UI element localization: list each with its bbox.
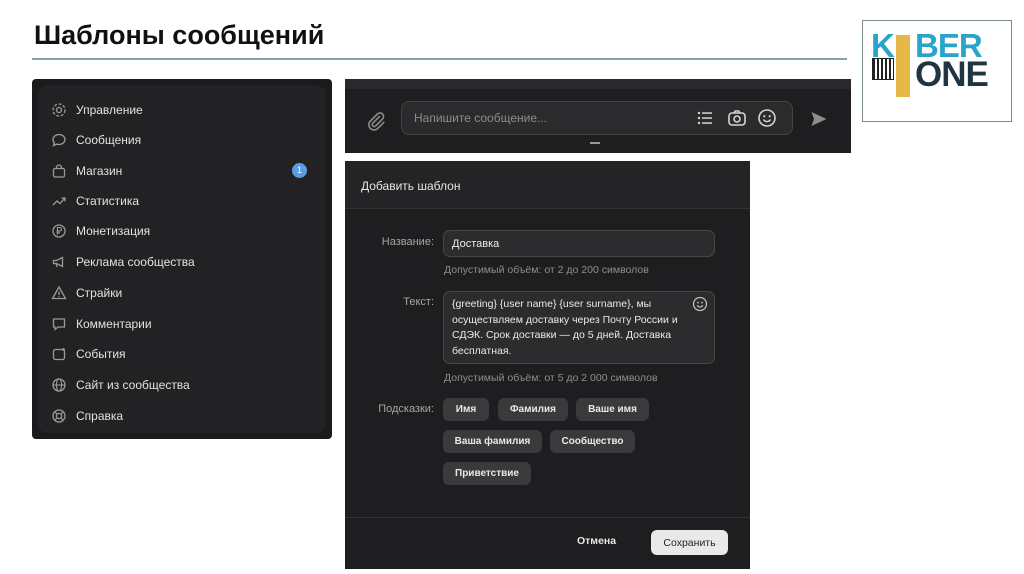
paperclip-icon[interactable]	[365, 110, 387, 132]
nav-label: Управление	[76, 103, 143, 117]
nav-item-strikes[interactable]: Страйки	[50, 281, 315, 305]
shopping-bag-icon	[50, 163, 67, 180]
logo-one: ONE	[915, 55, 989, 94]
nav-label: Справка	[76, 409, 124, 423]
emoji-smile-icon[interactable]	[757, 108, 777, 128]
megaphone-icon	[50, 254, 67, 271]
hint-chip-your-surname[interactable]: Ваша фамилия	[443, 430, 542, 453]
dialog-header: Добавить шаблон	[345, 161, 750, 209]
kiberone-logo: K BER ONE	[862, 20, 1012, 122]
nav-item-help[interactable]: Справка	[50, 404, 315, 428]
hint-chip-your-name[interactable]: Ваше имя	[576, 398, 649, 421]
warning-triangle-icon	[50, 285, 67, 302]
dialog-title: Добавить шаблон	[361, 179, 461, 193]
hint-chip-greeting[interactable]: Приветствие	[443, 462, 531, 485]
nav-label: Комментарии	[76, 317, 152, 331]
emoji-smile-icon[interactable]	[692, 296, 708, 312]
nav-item-messages[interactable]: Сообщения	[50, 128, 315, 152]
nav-item-statistics[interactable]: Статистика	[50, 189, 315, 213]
hint-chip-first-name[interactable]: Имя	[443, 398, 489, 421]
nav-item-monetization[interactable]: Монетизация	[50, 219, 315, 243]
resize-grip[interactable]	[590, 142, 600, 144]
send-icon[interactable]	[809, 109, 829, 129]
name-length-hint: Допустимый объём: от 2 до 200 символов	[444, 264, 649, 276]
nav-label: События	[76, 347, 126, 361]
nav-item-community-site[interactable]: Сайт из сообщества	[50, 373, 315, 397]
text-field-label: Текст:	[403, 296, 434, 308]
ruble-coin-icon	[50, 223, 67, 240]
nav-item-management[interactable]: Управление	[50, 98, 315, 122]
nav-label: Сайт из сообщества	[76, 378, 190, 392]
add-template-dialog: Добавить шаблон Название: Допустимый объ…	[345, 161, 750, 569]
dialog-footer: Отмена Сохранить	[345, 517, 750, 569]
nav-label: Монетизация	[76, 224, 151, 238]
hints-label: Подсказки:	[378, 403, 434, 415]
trend-up-icon	[50, 193, 67, 210]
nav-item-events[interactable]: События	[50, 342, 315, 366]
notification-badge: 1	[292, 163, 307, 178]
logo-one-bar	[896, 35, 910, 97]
nav-item-shop[interactable]: Магазин 1	[50, 159, 315, 183]
text-length-hint: Допустимый объём: от 5 до 2 000 символов	[444, 372, 658, 384]
composer-top-strip	[345, 79, 851, 89]
nav-label: Сообщения	[76, 133, 142, 147]
comment-icon	[50, 316, 67, 333]
nav-label: Магазин	[76, 164, 123, 178]
logo-k: K	[871, 27, 895, 64]
gear-icon	[50, 102, 67, 119]
list-icon[interactable]	[695, 108, 715, 128]
message-composer	[345, 79, 851, 153]
camera-icon[interactable]	[727, 108, 747, 128]
nav-label: Реклама сообщества	[76, 255, 195, 269]
globe-icon	[50, 377, 67, 394]
calendar-icon	[50, 346, 67, 363]
nav-item-comments[interactable]: Комментарии	[50, 312, 315, 336]
community-nav-panel: Управление Сообщения Магазин 1 Статистик…	[32, 79, 332, 439]
name-field-label: Название:	[381, 236, 434, 248]
template-text-input[interactable]: {greeting} {user name} {user surname}, м…	[443, 291, 715, 364]
lifebuoy-icon	[50, 408, 67, 425]
template-name-input[interactable]	[443, 230, 715, 257]
hint-chip-surname[interactable]: Фамилия	[498, 398, 568, 421]
hint-chip-community[interactable]: Сообщество	[550, 430, 635, 453]
title-divider	[32, 58, 847, 60]
nav-inner: Управление Сообщения Магазин 1 Статистик…	[38, 85, 326, 433]
nav-label: Страйки	[76, 286, 123, 300]
slide-title: Шаблоны сообщений	[34, 20, 325, 50]
cancel-button[interactable]: Отмена	[577, 535, 616, 547]
save-button[interactable]: Сохранить	[651, 530, 728, 555]
chat-bubble-icon	[50, 132, 67, 149]
nav-item-community-ads[interactable]: Реклама сообщества	[50, 250, 315, 274]
nav-label: Статистика	[76, 194, 140, 208]
